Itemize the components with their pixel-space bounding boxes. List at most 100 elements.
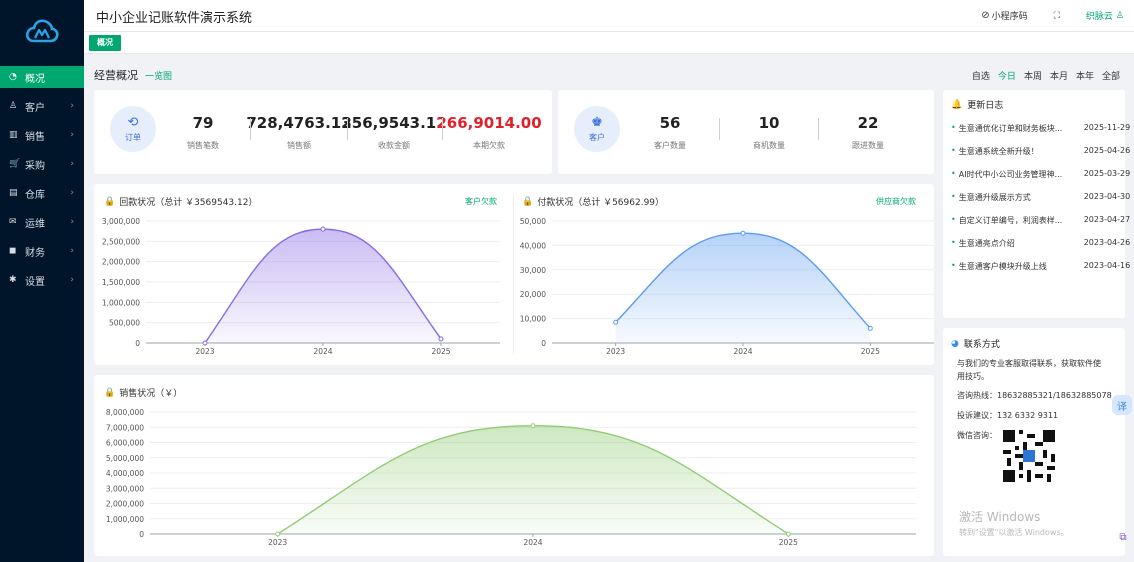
changelog-item[interactable]: • 生意通亮点介绍 2023-04-26 bbox=[951, 238, 1133, 249]
sidebar-item-6[interactable]: ◼ 财务 › bbox=[0, 240, 84, 262]
sidebar-item-5[interactable]: ✉ 运维 › bbox=[0, 211, 84, 233]
changelog-item[interactable]: • AI时代中小公司业务管理神... 2025-03-29 bbox=[951, 169, 1133, 180]
x-tick-label: 2024 bbox=[523, 538, 542, 547]
range-option-2[interactable]: 本周 bbox=[1024, 69, 1042, 82]
range-option-1[interactable]: 今日 bbox=[998, 69, 1016, 82]
stat-label: 本期欠款 bbox=[473, 141, 505, 150]
data-point bbox=[438, 336, 444, 342]
payments-chart: 0 10,000 20,000 30,000 40,000 50,000 2023 2024 2… bbox=[520, 217, 934, 356]
top-bar: 中小企业记账软件演示系统 ⊘ 小程序码 ⛶ 织脉云 ♙ bbox=[84, 0, 1134, 32]
contact-hotline: 咨询热线：18632885321/18632885078 bbox=[957, 391, 1112, 400]
supplier-debt-link[interactable]: 供应商欠款 bbox=[876, 196, 916, 207]
y-tick-label: 3,000,000 bbox=[106, 484, 144, 493]
range-option-5[interactable]: 全部 bbox=[1102, 69, 1120, 82]
range-option-3[interactable]: 本月 bbox=[1050, 69, 1068, 82]
sidebar-item-icon: ✱ bbox=[9, 275, 17, 285]
user-name: 织脉云 bbox=[1085, 12, 1113, 22]
y-tick-label: 1,000,000 bbox=[106, 515, 144, 524]
sidebar-item-label: 设置 bbox=[25, 276, 45, 288]
x-tick-label: 2025 bbox=[779, 538, 798, 547]
changelog-text: 生意通优化订单和财务板块... bbox=[958, 124, 1063, 133]
data-point bbox=[785, 531, 791, 537]
check-circle-icon: ⊘ bbox=[981, 10, 990, 21]
app-logo[interactable] bbox=[0, 0, 84, 62]
changelog-date: 2023-04-26 bbox=[1083, 238, 1131, 247]
bullet-icon: • bbox=[951, 192, 956, 201]
customers-stat-card: ♚ 客户 56 客户数量 10 商机数量 22 跟进数量 bbox=[558, 90, 934, 174]
tab-overview[interactable]: 概况 bbox=[89, 35, 121, 51]
contact-intro-2: 用技巧。 bbox=[957, 372, 989, 381]
customer-badge-label: 客户 bbox=[589, 132, 605, 142]
fullscreen-button[interactable]: ⛶ bbox=[1054, 11, 1060, 21]
miniprogram-button[interactable]: ⊘ 小程序码 bbox=[981, 9, 1027, 22]
customer-debt-link[interactable]: 客户欠款 bbox=[465, 196, 497, 207]
sidebar-item-label: 销售 bbox=[25, 131, 45, 143]
wechat-qr-code bbox=[1003, 430, 1055, 482]
sidebar-item-7[interactable]: ✱ 设置 › bbox=[0, 269, 84, 291]
chevron-right-icon: › bbox=[70, 101, 74, 111]
sidebar-item-label: 采购 bbox=[25, 160, 45, 172]
chevron-right-icon: › bbox=[70, 217, 74, 227]
bullet-icon: • bbox=[951, 238, 956, 247]
chevron-right-icon: › bbox=[70, 130, 74, 140]
range-option-0[interactable]: 自选 bbox=[972, 69, 990, 82]
changelog-text: 生意通升级展示方式 bbox=[958, 193, 1031, 202]
x-tick-label: 2024 bbox=[313, 347, 332, 356]
data-point bbox=[275, 531, 281, 537]
stat-item: 22 跟进数量 bbox=[808, 114, 928, 151]
changelog-item[interactable]: • 生意通系统全新升级！ 2025-04-26 bbox=[951, 146, 1133, 157]
changelog-text: AI时代中小公司业务管理神... bbox=[958, 170, 1063, 179]
data-point bbox=[320, 226, 326, 232]
sidebar-item-4[interactable]: ▤ 仓库 › bbox=[0, 182, 84, 204]
overview-link[interactable]: 一览图 bbox=[145, 69, 172, 82]
changelog-item[interactable]: • 生意通升级展示方式 2023-04-30 bbox=[951, 192, 1133, 203]
sidebar-item-icon: ◔ bbox=[9, 72, 17, 82]
changelog-item[interactable]: • 生意通客户模块升级上线 2023-04-16 bbox=[951, 261, 1133, 272]
changelog-date: 2025-04-26 bbox=[1083, 146, 1131, 155]
cashflow-charts-card: 🔒 回款状况（总计 ￥3569543.12） 客户欠款 🔒 付款状况（总计 ￥5… bbox=[94, 184, 934, 365]
bullet-icon: • bbox=[951, 169, 956, 178]
chevron-right-icon: › bbox=[70, 159, 74, 169]
bullet-icon: • bbox=[951, 123, 956, 132]
bullet-icon: • bbox=[951, 215, 956, 224]
lock-icon: 🔒 bbox=[104, 196, 116, 207]
stat-value: 266,9014.00 bbox=[436, 114, 542, 132]
sidebar-item-0[interactable]: ◔ 概况 bbox=[0, 66, 84, 88]
x-tick-label: 2025 bbox=[861, 347, 880, 356]
stat-divider bbox=[719, 118, 720, 140]
sidebar-item-icon: ◼ bbox=[9, 246, 17, 256]
changelog-title: 🔔 更新日志 bbox=[951, 99, 1004, 112]
user-menu[interactable]: 织脉云 ♙ bbox=[1085, 9, 1124, 23]
sidebar-item-icon: ▥ bbox=[9, 130, 18, 140]
stat-divider bbox=[250, 118, 251, 140]
contact-intro-1: 与我们的专业客服取得联系，获取软件使 bbox=[957, 359, 1101, 368]
y-tick-label: 6,000,000 bbox=[106, 439, 144, 448]
series-area bbox=[615, 233, 871, 343]
chevron-right-icon: › bbox=[70, 188, 74, 198]
series-area bbox=[205, 229, 441, 343]
translate-button[interactable]: 译 bbox=[1112, 395, 1132, 415]
sidebar-item-icon: ♙ bbox=[9, 101, 18, 111]
range-filter: 自选 今日 本周 本月 本年 全部 bbox=[964, 69, 1120, 82]
contact-icon: ◕ bbox=[951, 338, 959, 349]
range-option-4[interactable]: 本年 bbox=[1076, 69, 1094, 82]
orders-stat-card: ⟲ 订单 79 销售笔数 728,4763.12 销售额 356,9543.12 收款金额… bbox=[94, 90, 552, 174]
sidebar-item-3[interactable]: 🛒 采购 › bbox=[0, 153, 84, 175]
payments-chart-title: 🔒 付款状况（总计 ￥56962.99） bbox=[522, 196, 665, 209]
app-title: 中小企业记账软件演示系统 bbox=[96, 11, 253, 26]
sidebar-item-label: 财务 bbox=[25, 247, 45, 259]
sidebar-item-1[interactable]: ♙ 客户 › bbox=[0, 95, 84, 117]
edit-float-button[interactable]: ⧉ bbox=[1113, 527, 1133, 547]
changelog-text: 自定义订单编号，利润表样... bbox=[958, 216, 1063, 225]
sidebar-item-2[interactable]: ▥ 销售 › bbox=[0, 124, 84, 146]
changelog-item[interactable]: • 自定义订单编号，利润表样... 2023-04-27 bbox=[951, 215, 1133, 226]
changelog-date: 2025-03-29 bbox=[1083, 169, 1131, 178]
changelog-panel: 🔔 更新日志 • 生意通优化订单和财务板块... 2025-11-29 • 生意通系统全… bbox=[943, 90, 1130, 318]
changelog-item[interactable]: • 生意通优化订单和财务板块... 2025-11-29 bbox=[951, 123, 1133, 134]
y-tick-label: 0 bbox=[541, 339, 546, 348]
y-tick-label: 0 bbox=[139, 530, 144, 539]
y-tick-label: 0 bbox=[135, 339, 140, 348]
lock-icon: 🔒 bbox=[104, 387, 116, 398]
stat-label: 跟进数量 bbox=[852, 141, 884, 150]
order-icon: ⟲ bbox=[127, 114, 139, 130]
